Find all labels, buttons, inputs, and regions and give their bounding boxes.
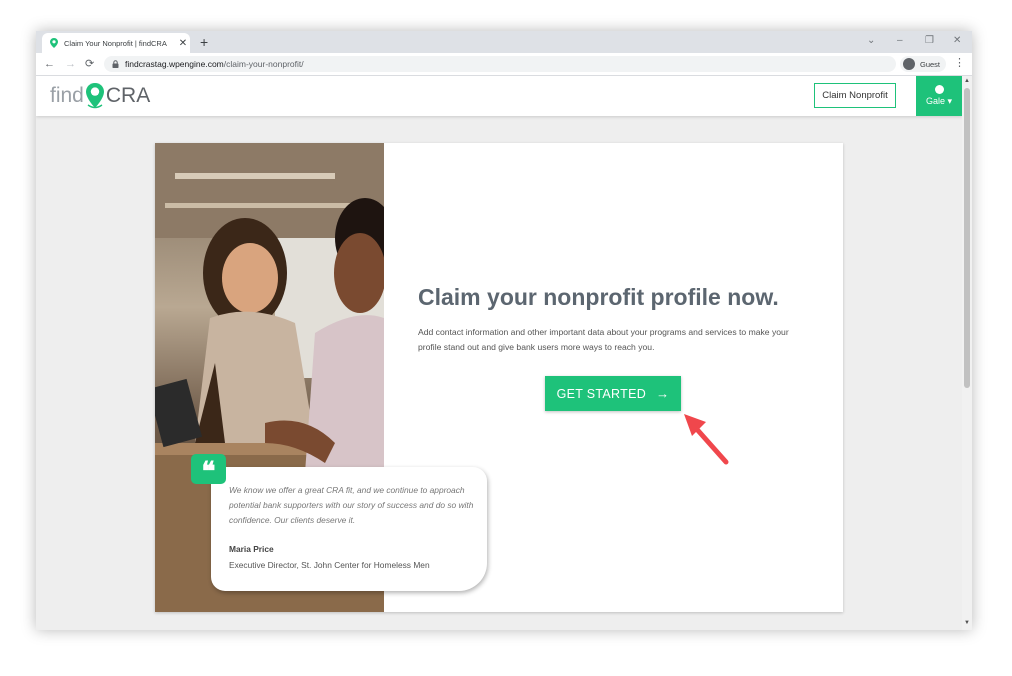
user-menu-button[interactable]: Gale ▾ bbox=[916, 76, 962, 116]
annotation-arrow-icon bbox=[684, 414, 729, 465]
restore-button[interactable]: ❐ bbox=[925, 35, 934, 47]
get-started-button[interactable]: GET STARTED → bbox=[545, 376, 681, 411]
page-scrollbar[interactable]: ▲ ▼ bbox=[962, 76, 972, 630]
scroll-thumb[interactable] bbox=[964, 88, 970, 388]
scroll-down-icon[interactable]: ▼ bbox=[964, 620, 970, 626]
profile-avatar-icon bbox=[903, 58, 915, 70]
back-button[interactable]: ← bbox=[44, 57, 55, 71]
testimonial-quote: We know we offer a great CRA fit, and we… bbox=[229, 485, 474, 525]
logo-find-text: find bbox=[50, 84, 84, 107]
url-path: /claim-your-nonprofit/ bbox=[223, 59, 304, 69]
arrow-right-icon: → bbox=[656, 386, 670, 401]
favicon-map-pin-icon bbox=[50, 38, 58, 48]
map-pin-icon bbox=[85, 83, 104, 109]
quote-icon: ❝ bbox=[191, 454, 226, 486]
testimonial-name: Maria Price bbox=[229, 544, 274, 554]
logo-cra-text: CRA bbox=[105, 84, 151, 107]
reload-button[interactable]: ⟳ bbox=[85, 57, 94, 71]
forward-button[interactable]: → bbox=[65, 57, 76, 71]
tab-strip: Claim Your Nonprofit | findCRA ✕ + ⌄ – ❐… bbox=[36, 31, 972, 53]
profile-label: Guest bbox=[920, 59, 941, 69]
browser-toolbar: ← → ⟳ findcrastag.wpengine.com/claim-you… bbox=[36, 53, 972, 76]
browser-menu-button[interactable]: ⋮ bbox=[954, 56, 965, 70]
user-name: Gale ▾ bbox=[925, 96, 953, 106]
page-viewport: find CRA Claim Nonprofit Gale ▾ Claim yo… bbox=[36, 76, 962, 630]
get-started-label: GET STARTED bbox=[556, 386, 647, 401]
scroll-up-icon[interactable]: ▲ bbox=[964, 78, 970, 84]
minimize-button[interactable]: – bbox=[897, 35, 903, 47]
url-host: findcrastag.wpengine.com bbox=[125, 59, 224, 69]
testimonial-card: We know we offer a great CRA fit, and we… bbox=[211, 467, 487, 591]
new-tab-button[interactable]: + bbox=[200, 34, 208, 50]
findcra-logo[interactable]: find CRA bbox=[50, 80, 150, 112]
tab-title: Claim Your Nonprofit | findCRA bbox=[64, 38, 167, 48]
profile-button[interactable]: Guest bbox=[900, 56, 946, 72]
lock-icon bbox=[112, 60, 119, 68]
page-headline: Claim your nonprofit profile now. bbox=[418, 284, 779, 310]
tab-search-icon[interactable]: ⌄ bbox=[867, 35, 875, 47]
testimonial-role: Executive Director, St. John Center for … bbox=[229, 560, 430, 570]
browser-tab[interactable]: Claim Your Nonprofit | findCRA ✕ bbox=[42, 33, 190, 53]
address-bar[interactable]: findcrastag.wpengine.com/claim-your-nonp… bbox=[104, 56, 896, 72]
user-icon bbox=[934, 85, 944, 94]
claim-card: Claim your nonprofit profile now. Add co… bbox=[155, 143, 843, 612]
browser-window: Claim Your Nonprofit | findCRA ✕ + ⌄ – ❐… bbox=[36, 31, 972, 630]
close-window-button[interactable]: ✕ bbox=[953, 35, 961, 47]
tab-close-icon[interactable]: ✕ bbox=[176, 38, 190, 49]
page-description: Add contact information and other import… bbox=[418, 327, 789, 352]
claim-nonprofit-button[interactable]: Claim Nonprofit bbox=[814, 83, 896, 108]
site-header: find CRA Claim Nonprofit Gale ▾ bbox=[36, 76, 962, 116]
